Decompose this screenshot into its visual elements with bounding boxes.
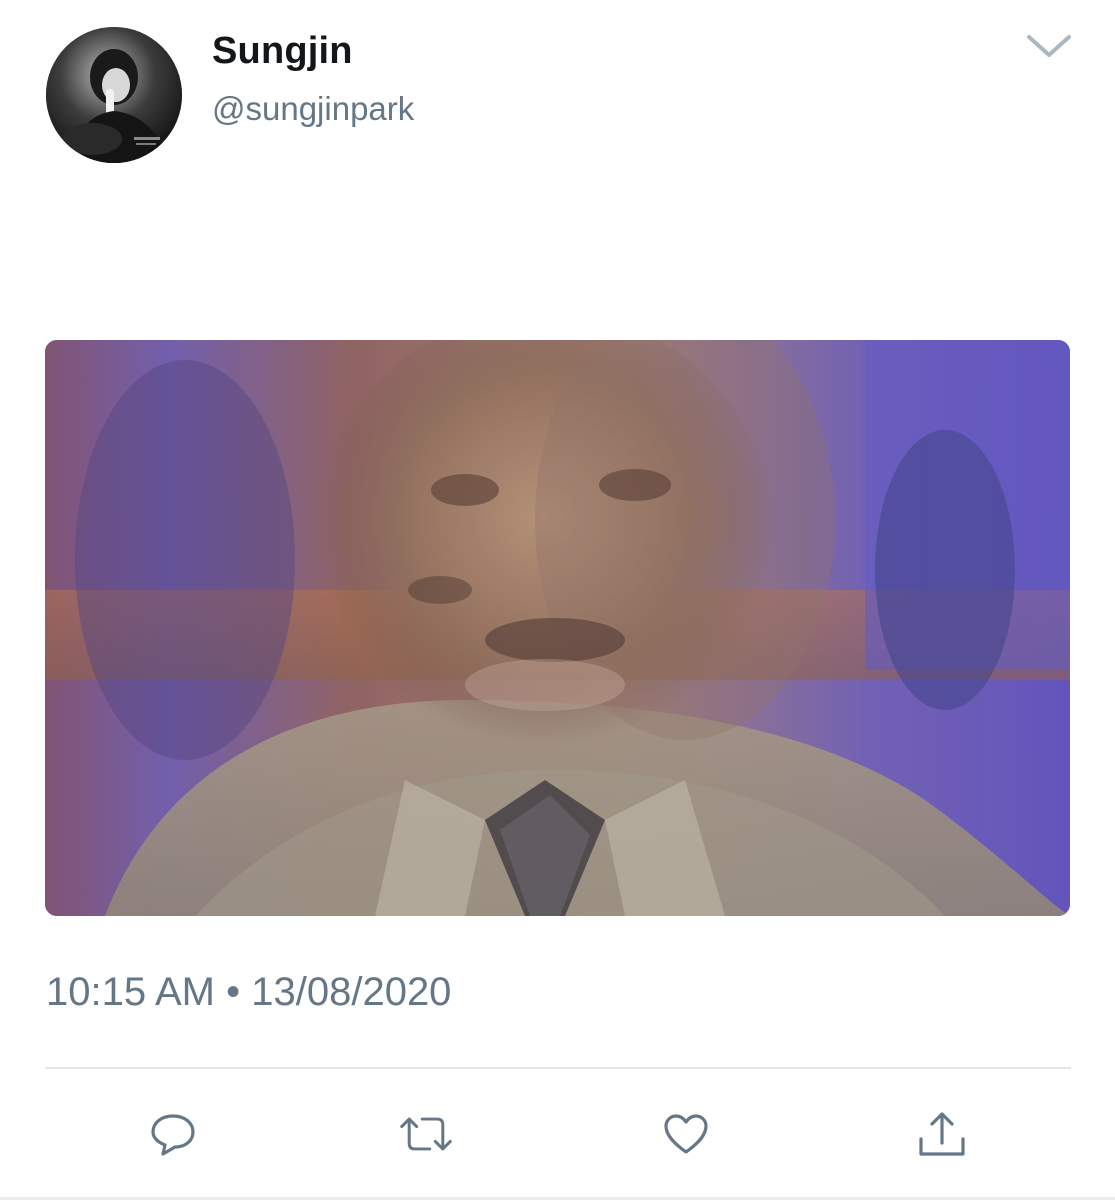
share-icon	[919, 1112, 965, 1156]
divider	[45, 1067, 1071, 1069]
reply-icon	[151, 1114, 195, 1156]
heart-icon	[664, 1114, 708, 1154]
avatar[interactable]	[46, 27, 182, 163]
retweet-icon	[400, 1117, 452, 1151]
display-name[interactable]: Sungjin	[212, 30, 353, 73]
retweet-button[interactable]	[398, 1106, 454, 1162]
share-button[interactable]	[914, 1106, 970, 1162]
media-photo	[45, 340, 1070, 916]
user-handle[interactable]: @sungjinpark	[212, 90, 414, 128]
chevron-down-icon[interactable]	[1024, 30, 1074, 60]
reply-button[interactable]	[145, 1106, 201, 1162]
avatar-photo	[46, 27, 182, 163]
tweet-timestamp: 10:15 AM • 13/08/2020	[46, 970, 452, 1014]
tweet-media-image[interactable]	[45, 340, 1070, 916]
like-button[interactable]	[658, 1106, 714, 1162]
